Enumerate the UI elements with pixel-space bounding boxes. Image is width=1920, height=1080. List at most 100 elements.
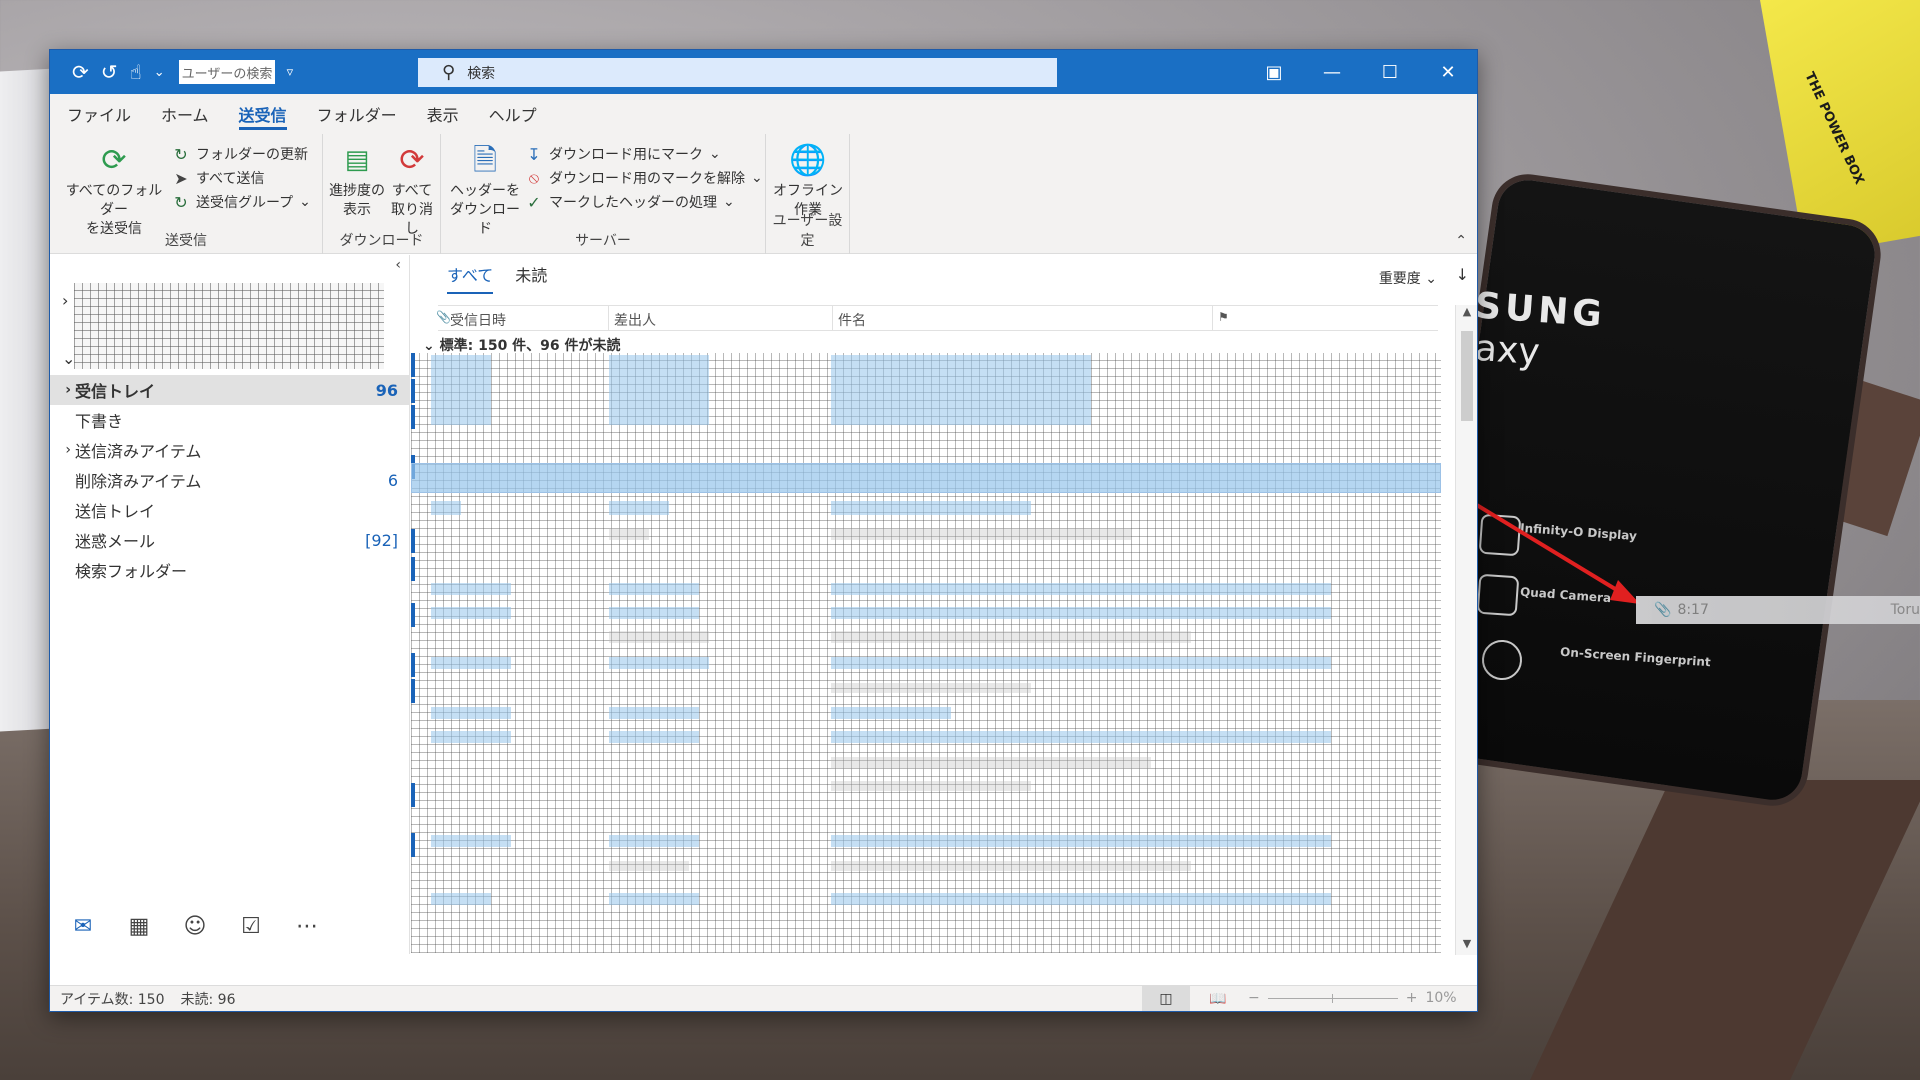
unread-indicator xyxy=(411,529,415,553)
background-paper xyxy=(0,68,55,732)
send-receive-groups-button[interactable]: ↻ 送受信グループ ⌄ xyxy=(172,192,311,212)
collapse-folder-pane-icon[interactable]: ‹ xyxy=(395,257,401,273)
folder-drafts[interactable]: 下書き xyxy=(50,405,410,435)
close-icon[interactable]: ✕ xyxy=(1419,50,1477,94)
group-header-label: 標準: 150 件、96 件が未読 xyxy=(439,338,621,354)
progress-icon: ▤ xyxy=(344,144,370,175)
group-label-download: ダウンロード xyxy=(339,233,424,249)
ribbon-tabs: ファイル ホーム 送受信 フォルダー 表示 ヘルプ xyxy=(50,94,1477,134)
send-all-button[interactable]: ➤ すべて送信 xyxy=(172,168,264,188)
tab-view[interactable]: 表示 xyxy=(427,94,474,134)
status-bar: アイテム数: 150 未読: 96 ◫ 📖 − + 10% xyxy=(50,985,1477,1011)
people-icon[interactable]: ☺ xyxy=(178,909,212,943)
show-progress-line1: 進捗度の xyxy=(329,183,385,199)
group-label-preferences: ユーザー設定 xyxy=(772,213,843,249)
tab-help[interactable]: ヘルプ xyxy=(489,94,552,134)
minimize-icon[interactable]: — xyxy=(1303,50,1361,94)
attachment-column-icon[interactable]: 📎 xyxy=(436,310,451,324)
flag-column-icon[interactable]: ⚑ xyxy=(1218,310,1229,324)
update-folder-button[interactable]: ↻ フォルダーの更新 xyxy=(172,144,308,164)
qa-more-icon[interactable]: ▿ xyxy=(287,66,294,79)
filter-all[interactable]: すべて xyxy=(447,262,494,294)
unread-indicator xyxy=(411,603,415,627)
tab-home[interactable]: ホーム xyxy=(161,94,224,134)
chevron-right-icon[interactable]: › xyxy=(50,442,75,458)
unread-indicator xyxy=(411,379,415,403)
user-search-input[interactable]: ユーザーの検索 xyxy=(178,60,275,84)
zoom-slider[interactable] xyxy=(1267,993,1398,1003)
tasks-icon[interactable]: ☑ xyxy=(234,909,268,943)
zoom-level: 10% xyxy=(1425,990,1457,1006)
chevron-right-icon[interactable]: › xyxy=(50,382,75,398)
scroll-thumb[interactable] xyxy=(1461,331,1473,421)
collapse-ribbon-icon[interactable]: ⌃ xyxy=(1455,233,1467,249)
undo-icon[interactable]: ↺ xyxy=(101,62,118,82)
group-header[interactable]: ⌄ 標準: 150 件、96 件が未読 xyxy=(423,335,621,355)
mark-to-download-button[interactable]: ↧ ダウンロード用にマーク ⌄ xyxy=(525,144,720,164)
sync-icon[interactable]: ⟳ xyxy=(72,62,89,82)
phone-model-text: axy xyxy=(1473,327,1542,374)
customize-dropdown-icon[interactable]: ⌄ xyxy=(154,66,165,79)
folder-inbox-count: 96 xyxy=(375,380,398,400)
globe-offline-icon: 🌐 xyxy=(789,142,827,178)
column-received[interactable]: 受信日時 xyxy=(450,310,506,330)
touch-mode-icon[interactable]: ☝ xyxy=(130,62,142,82)
sort-direction-icon[interactable]: ↓ xyxy=(1456,265,1469,284)
show-progress-button[interactable]: ▤ 進捗度の 表示 xyxy=(327,140,387,220)
expand-account-icon[interactable]: › xyxy=(62,291,68,310)
normal-view-icon[interactable]: ◫ xyxy=(1142,986,1190,1011)
column-subject[interactable]: 件名 xyxy=(838,310,866,330)
cancel-all-button[interactable]: ⟳ すべて 取り消し xyxy=(385,140,439,239)
update-folder-label: フォルダーの更新 xyxy=(196,147,308,163)
ribbon-display-icon[interactable]: ▣ xyxy=(1245,50,1303,94)
show-progress-line2: 表示 xyxy=(343,202,371,218)
mail-icon[interactable]: ✉ xyxy=(66,909,100,943)
search-label: 検索 xyxy=(467,65,496,82)
selected-message-row[interactable] xyxy=(411,463,1441,493)
message-rows-blurred[interactable] xyxy=(411,353,1441,953)
tab-send-receive[interactable]: 送受信 xyxy=(238,94,302,134)
callout-sender: Toru xyxy=(1890,602,1920,618)
message-list-scrollbar[interactable]: ▲ ▼ xyxy=(1455,305,1477,955)
download-headers-button[interactable]: 🗎 ヘッダーを ダウンロード xyxy=(447,140,523,239)
folder-inbox-label: 受信トレイ xyxy=(75,382,156,401)
unread-indicator xyxy=(411,653,415,677)
outlook-window: ⟳ ↺ ☝ ⌄ ユーザーの検索 ▿ ⚲ 検索 ▣ — ☐ ✕ ファイル ホーム … xyxy=(49,49,1478,1012)
send-receive-groups-label: 送受信グループ xyxy=(196,195,294,211)
unread-indicator xyxy=(411,353,415,377)
search-icon: ⚲ xyxy=(442,62,456,83)
reading-view-icon[interactable]: 📖 xyxy=(1200,986,1236,1011)
folder-outbox[interactable]: 送信トレイ xyxy=(50,495,410,525)
scroll-up-icon[interactable]: ▲ xyxy=(1456,305,1478,323)
send-receive-all-button[interactable]: ⟳ すべてのフォルダー を送受信 xyxy=(60,140,168,239)
scroll-down-icon[interactable]: ▼ xyxy=(1456,937,1478,955)
folder-deleted-items[interactable]: 削除済みアイテム 6 xyxy=(50,465,410,495)
filter-unread[interactable]: 未読 xyxy=(515,262,547,292)
callout-time: 8:17 xyxy=(1677,602,1709,618)
tab-file[interactable]: ファイル xyxy=(67,94,146,134)
more-icon[interactable]: ⋯ xyxy=(290,909,324,943)
unmark-download-button[interactable]: ⦸ ダウンロード用のマークを解除 ⌄ xyxy=(525,168,763,188)
zoom-control: − + 10% xyxy=(1248,990,1457,1006)
collapse-account-icon[interactable]: ⌄ xyxy=(62,349,75,368)
search-box[interactable]: ⚲ 検索 xyxy=(418,58,1057,87)
process-marked-headers-button[interactable]: ✓ マークしたヘッダーの処理 ⌄ xyxy=(525,192,734,212)
zoom-in-icon[interactable]: + xyxy=(1406,990,1418,1006)
folder-inbox[interactable]: › 受信トレイ 96 xyxy=(50,375,410,405)
tab-folder[interactable]: フォルダー xyxy=(317,94,412,134)
folder-pane: ‹ › ⌄ › 受信トレイ 96 下書き › 送信済みアイテム 削除済みアイテム… xyxy=(50,255,410,954)
calendar-icon[interactable]: ▦ xyxy=(122,909,156,943)
column-from[interactable]: 差出人 xyxy=(614,310,656,330)
sort-by-dropdown[interactable]: 重要度 ⌄ xyxy=(1379,268,1437,288)
work-offline-button[interactable]: 🌐 オフライン 作業 xyxy=(770,140,846,220)
maximize-icon[interactable]: ☐ xyxy=(1361,50,1419,94)
chevron-down-icon: ⌄ xyxy=(1425,271,1437,287)
folder-junk[interactable]: 迷惑メール [92] xyxy=(50,525,410,555)
window-controls: ▣ — ☐ ✕ xyxy=(1245,50,1477,94)
folder-search[interactable]: 検索フォルダー xyxy=(50,555,410,585)
zoom-out-icon[interactable]: − xyxy=(1248,990,1260,1006)
attachment-icon: 📎 xyxy=(1654,602,1672,618)
process-marked-headers-label: マークしたヘッダーの処理 xyxy=(549,195,717,211)
folder-sent-items[interactable]: › 送信済みアイテム xyxy=(50,435,410,465)
module-nav-bar: ✉ ▦ ☺ ☑ ⋯ xyxy=(50,898,410,954)
